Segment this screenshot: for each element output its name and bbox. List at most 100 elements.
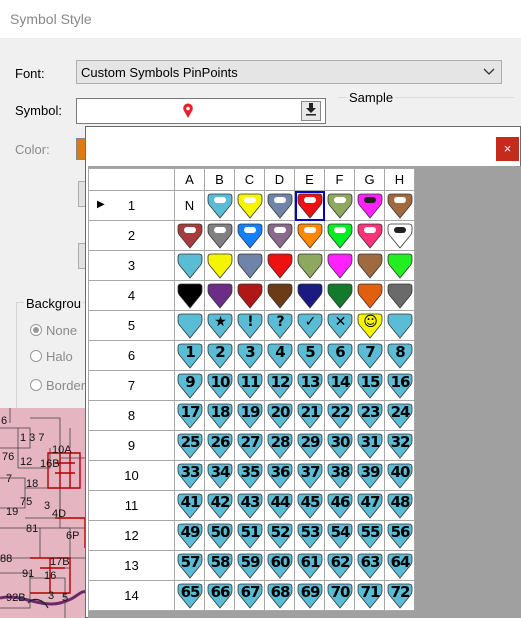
symbol-cell[interactable]: 27 xyxy=(234,430,265,461)
symbol-cell[interactable]: 4 xyxy=(264,340,295,371)
symbol-cell[interactable]: 53 xyxy=(294,520,325,551)
symbol-cell[interactable]: 40 xyxy=(384,460,415,491)
symbol-cell[interactable]: 8 xyxy=(384,340,415,371)
symbol-cell[interactable]: 50 xyxy=(204,520,235,551)
symbol-cell[interactable] xyxy=(234,190,265,221)
symbol-cell[interactable]: 71 xyxy=(354,580,385,611)
row-header[interactable]: 5 xyxy=(88,310,175,341)
symbol-cell[interactable]: 34 xyxy=(204,460,235,491)
symbol-cell[interactable]: ☺ xyxy=(354,310,385,341)
symbol-cell[interactable]: 19 xyxy=(234,400,265,431)
symbol-cell[interactable]: 28 xyxy=(264,430,295,461)
radio-border[interactable] xyxy=(30,379,42,391)
radio-none[interactable] xyxy=(30,324,42,336)
symbol-cell[interactable] xyxy=(384,310,415,341)
symbol-cell[interactable] xyxy=(204,280,235,311)
symbol-cell[interactable] xyxy=(234,280,265,311)
symbol-dropdown-button[interactable] xyxy=(301,101,321,121)
row-header[interactable]: 8 xyxy=(88,400,175,431)
symbol-cell[interactable]: 16 xyxy=(384,370,415,401)
symbol-cell[interactable]: 29 xyxy=(294,430,325,461)
symbol-cell[interactable]: 45 xyxy=(294,490,325,521)
row-header[interactable]: 7 xyxy=(88,370,175,401)
symbol-cell[interactable]: 31 xyxy=(354,430,385,461)
symbol-cell[interactable]: 55 xyxy=(354,520,385,551)
symbol-cell[interactable]: 14 xyxy=(324,370,355,401)
symbol-cell[interactable]: ✓ xyxy=(294,310,325,341)
row-header[interactable]: ▶ 1 xyxy=(88,190,175,221)
symbol-cell[interactable]: 65 xyxy=(174,580,205,611)
symbol-cell[interactable]: 9 xyxy=(174,370,205,401)
symbol-cell[interactable] xyxy=(324,250,355,281)
symbol-cell[interactable]: 18 xyxy=(204,400,235,431)
symbol-cell[interactable] xyxy=(234,250,265,281)
symbol-cell[interactable]: 5 xyxy=(294,340,325,371)
symbol-cell[interactable]: 60 xyxy=(264,550,295,581)
symbol-cell[interactable]: ★ xyxy=(204,310,235,341)
row-header[interactable]: 9 xyxy=(88,430,175,461)
symbol-cell[interactable]: 64 xyxy=(384,550,415,581)
symbol-cell[interactable]: 43 xyxy=(234,490,265,521)
symbol-cell[interactable]: 38 xyxy=(324,460,355,491)
symbol-cell[interactable]: 24 xyxy=(384,400,415,431)
symbol-cell[interactable] xyxy=(324,280,355,311)
symbol-cell[interactable]: N xyxy=(174,190,205,221)
symbol-cell[interactable]: 68 xyxy=(264,580,295,611)
symbol-cell[interactable]: 66 xyxy=(204,580,235,611)
row-header[interactable]: 2 xyxy=(88,220,175,251)
map-view[interactable]: 6 1 3 7 76 12 16B 10A 7 18 75 3 19 4D 81… xyxy=(0,408,88,618)
symbol-cell[interactable]: 15 xyxy=(354,370,385,401)
symbol-cell[interactable]: 25 xyxy=(174,430,205,461)
symbol-cell[interactable]: 10 xyxy=(204,370,235,401)
symbol-cell[interactable] xyxy=(174,250,205,281)
symbol-cell[interactable]: ✕ xyxy=(324,310,355,341)
symbol-cell[interactable]: 67 xyxy=(234,580,265,611)
symbol-cell[interactable]: 17 xyxy=(174,400,205,431)
symbol-cell[interactable]: 37 xyxy=(294,460,325,491)
symbol-cell[interactable]: 69 xyxy=(294,580,325,611)
symbol-combo[interactable] xyxy=(76,98,326,124)
symbol-cell[interactable]: 44 xyxy=(264,490,295,521)
symbol-cell[interactable] xyxy=(384,250,415,281)
row-header[interactable]: 14 xyxy=(88,580,175,611)
symbol-cell[interactable]: 26 xyxy=(204,430,235,461)
radio-halo[interactable] xyxy=(30,350,42,362)
symbol-cell[interactable]: 39 xyxy=(354,460,385,491)
symbol-cell[interactable] xyxy=(204,190,235,221)
symbol-cell[interactable]: 2 xyxy=(204,340,235,371)
row-header[interactable]: 3 xyxy=(88,250,175,281)
symbol-cell[interactable]: 21 xyxy=(294,400,325,431)
symbol-cell[interactable]: 61 xyxy=(294,550,325,581)
symbol-cell[interactable]: ? xyxy=(264,310,295,341)
symbol-cell[interactable] xyxy=(174,310,205,341)
row-header[interactable]: 11 xyxy=(88,490,175,521)
symbol-cell[interactable]: 35 xyxy=(234,460,265,491)
symbol-cell[interactable]: 13 xyxy=(294,370,325,401)
symbol-cell[interactable]: 62 xyxy=(324,550,355,581)
symbol-cell[interactable] xyxy=(264,280,295,311)
symbol-cell[interactable]: 72 xyxy=(384,580,415,611)
symbol-cell[interactable]: 49 xyxy=(174,520,205,551)
symbol-cell[interactable] xyxy=(354,280,385,311)
symbol-cell[interactable]: 42 xyxy=(204,490,235,521)
symbol-cell[interactable]: 1 xyxy=(174,340,205,371)
close-button[interactable]: × xyxy=(496,137,519,161)
symbol-cell[interactable] xyxy=(384,220,415,251)
symbol-cell[interactable]: 41 xyxy=(174,490,205,521)
symbol-cell[interactable]: 57 xyxy=(174,550,205,581)
font-select[interactable]: Custom Symbols PinPoints xyxy=(76,60,502,84)
row-header[interactable]: 12 xyxy=(88,520,175,551)
symbol-cell[interactable] xyxy=(354,220,385,251)
symbol-cell[interactable] xyxy=(294,220,325,251)
symbol-cell[interactable]: 46 xyxy=(324,490,355,521)
symbol-cell[interactable]: 56 xyxy=(384,520,415,551)
symbol-cell[interactable]: 52 xyxy=(264,520,295,551)
symbol-cell[interactable]: 11 xyxy=(234,370,265,401)
symbol-cell[interactable] xyxy=(324,220,355,251)
row-header[interactable]: 6 xyxy=(88,340,175,371)
symbol-cell[interactable]: 12 xyxy=(264,370,295,401)
symbol-cell[interactable]: 47 xyxy=(354,490,385,521)
symbol-cell[interactable]: 51 xyxy=(234,520,265,551)
symbol-cell[interactable] xyxy=(294,280,325,311)
symbol-cell[interactable] xyxy=(174,280,205,311)
